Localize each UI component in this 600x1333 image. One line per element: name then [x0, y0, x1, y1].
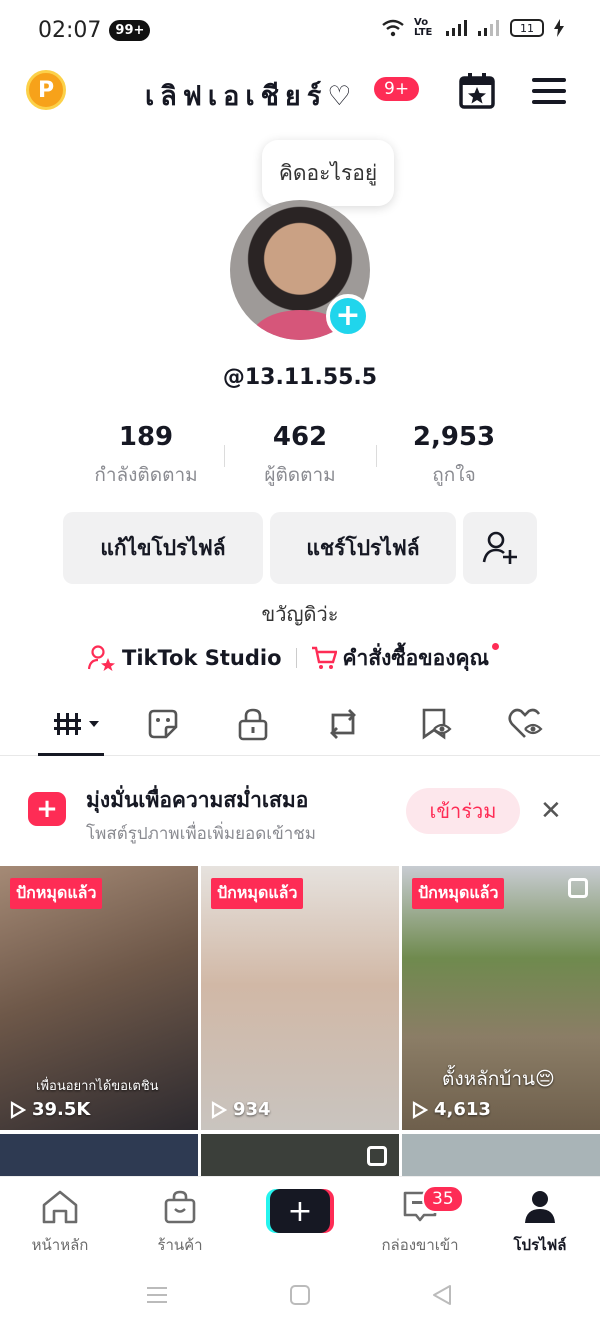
profile-header: P เลิฟเอเชียร์♡ 9+	[0, 60, 600, 122]
inbox-count-badge: 35	[422, 1185, 464, 1213]
video-thumbnail[interactable]: ปักหมุดแล้ว 934	[201, 866, 399, 1130]
status-bar: 02:07 99+ Vo LTE 11	[0, 0, 600, 60]
tab-liked[interactable]	[506, 704, 546, 744]
create-button[interactable]: +	[266, 1189, 334, 1233]
add-friends-button[interactable]	[463, 512, 537, 584]
view-count: 39.5K	[10, 1099, 90, 1120]
active-tab-indicator	[38, 753, 104, 756]
calendar-star-icon[interactable]	[458, 72, 496, 110]
pinned-badge: ปักหมุดแล้ว	[412, 878, 505, 909]
video-thumbnail[interactable]: ปักหมุดแล้ว เพื่อนอยากได้ขอเตชิน 39.5K	[0, 866, 198, 1130]
promo-add-icon: +	[28, 792, 66, 826]
promo-title: มุ่งมั่นเพื่อความสม่ำเสมอ	[86, 788, 309, 812]
followers-label: ผู้ติดตาม	[264, 464, 336, 486]
charging-icon	[554, 19, 564, 37]
video-caption: เพื่อนอยากได้ขอเตชิน	[36, 1079, 159, 1094]
play-icon	[412, 1100, 428, 1119]
tiktok-studio-icon	[88, 645, 115, 671]
notification-count-badge[interactable]: 9+	[374, 77, 420, 101]
photo-carousel-icon	[568, 878, 588, 898]
menu-icon[interactable]	[532, 78, 566, 111]
pinned-badge: ปักหมุดแล้ว	[211, 878, 304, 909]
home-icon	[42, 1190, 78, 1224]
profile-links: TikTok Studio คำสั่งซื้อของคุณ	[88, 640, 500, 676]
stat-divider	[224, 445, 225, 467]
video-caption: ตั้งหลักบ้าน😔	[442, 1068, 555, 1090]
profile-name-title[interactable]: เลิฟเอเชียร์♡	[145, 74, 357, 117]
view-count: 934	[211, 1099, 271, 1120]
play-icon	[211, 1100, 227, 1119]
video-grid: ปักหมุดแล้ว เพื่อนอยากได้ขอเตชิน 39.5K ป…	[0, 866, 600, 1176]
home-button-icon[interactable]	[289, 1284, 311, 1306]
liked-icon	[508, 708, 543, 738]
sticker-icon	[148, 709, 178, 739]
tab-reposts[interactable]	[323, 704, 363, 744]
wifi-icon	[382, 19, 404, 37]
nav-shop[interactable]: ร้านค้า	[125, 1189, 235, 1257]
stat-likes[interactable]: 2,953 ถูกใจ	[404, 422, 504, 490]
photo-carousel-icon	[367, 1146, 387, 1166]
add-user-icon	[482, 531, 517, 564]
coin-icon[interactable]: P	[26, 70, 66, 110]
play-icon	[10, 1100, 26, 1119]
signal-icon	[446, 20, 467, 36]
pinned-badge: ปักหมุดแล้ว	[10, 878, 103, 909]
orders-link[interactable]: คำสั่งซื้อของคุณ	[343, 642, 490, 675]
profile-icon	[525, 1191, 555, 1223]
volte-icon: Vo LTE	[414, 17, 433, 38]
stat-following[interactable]: 189 กำลังติดตาม	[88, 422, 204, 490]
nav-home[interactable]: หน้าหลัก	[5, 1189, 115, 1257]
video-thumbnail[interactable]	[201, 1134, 399, 1176]
status-icons: Vo LTE 11	[382, 18, 564, 38]
videos-grid-icon	[54, 713, 99, 735]
status-notification-badge: 99+	[109, 19, 151, 41]
plus-icon: +	[270, 1189, 330, 1233]
profile-handle: @13.11.55.5	[222, 365, 378, 390]
share-profile-button[interactable]: แชร์โปรไฟล์	[270, 512, 456, 584]
bookmark-icon	[422, 708, 452, 740]
signal-icon-2	[478, 20, 499, 36]
add-avatar-button[interactable]: +	[326, 294, 370, 338]
orders-notification-dot	[492, 642, 500, 650]
stat-divider	[376, 445, 377, 467]
back-icon[interactable]	[431, 1284, 453, 1306]
content-tabs	[0, 694, 600, 756]
stat-followers[interactable]: 462 ผู้ติดตาม	[246, 422, 354, 490]
likes-label: ถูกใจ	[432, 464, 476, 486]
followers-count: 462	[272, 422, 328, 452]
battery-icon: 11	[510, 19, 544, 37]
tab-favorites[interactable]	[415, 704, 455, 744]
promo-subtitle: โพสต์รูปภาพเพื่อเพิ่มยอดเข้าชม	[86, 824, 317, 844]
following-label: กำลังติดตาม	[94, 464, 198, 486]
shop-bag-icon	[164, 1190, 196, 1224]
view-count: 4,613	[412, 1099, 491, 1120]
edit-profile-button[interactable]: แก้ไขโปรไฟล์	[63, 512, 263, 584]
following-count: 189	[118, 422, 174, 452]
nav-profile[interactable]: โปรไฟล์	[485, 1189, 595, 1257]
tab-stickers[interactable]	[143, 704, 183, 744]
system-navigation-bar	[0, 1264, 600, 1333]
profile-note-bubble[interactable]: คิดอะไรอยู่	[262, 140, 394, 206]
promo-join-button[interactable]: เข้าร่วม	[406, 788, 520, 834]
close-icon[interactable]: ✕	[540, 796, 562, 826]
repost-icon	[330, 709, 356, 739]
tiktok-studio-link[interactable]: TikTok Studio	[122, 646, 282, 670]
tab-private[interactable]	[233, 704, 273, 744]
consistency-promo-banner: + มุ่งมั่นเพื่อความสม่ำเสมอ โพสต์รูปภาพเ…	[0, 770, 600, 854]
links-divider	[295, 648, 297, 668]
status-time: 02:07	[38, 17, 102, 43]
video-thumbnail[interactable]: ปักหมุดแล้ว ตั้งหลักบ้าน😔 4,613	[402, 866, 600, 1130]
video-thumbnail[interactable]	[402, 1134, 600, 1176]
recent-apps-icon[interactable]	[146, 1284, 168, 1306]
tab-videos[interactable]	[52, 704, 104, 744]
lock-icon	[238, 708, 268, 741]
cart-icon	[311, 646, 337, 669]
bottom-navigation: หน้าหลัก ร้านค้า + กล่องขาเข้า 35 โปรไฟล…	[0, 1176, 600, 1264]
likes-count: 2,953	[412, 422, 496, 452]
profile-bio: ขวัญดิว่ะ	[261, 602, 339, 626]
video-thumbnail[interactable]	[0, 1134, 198, 1176]
